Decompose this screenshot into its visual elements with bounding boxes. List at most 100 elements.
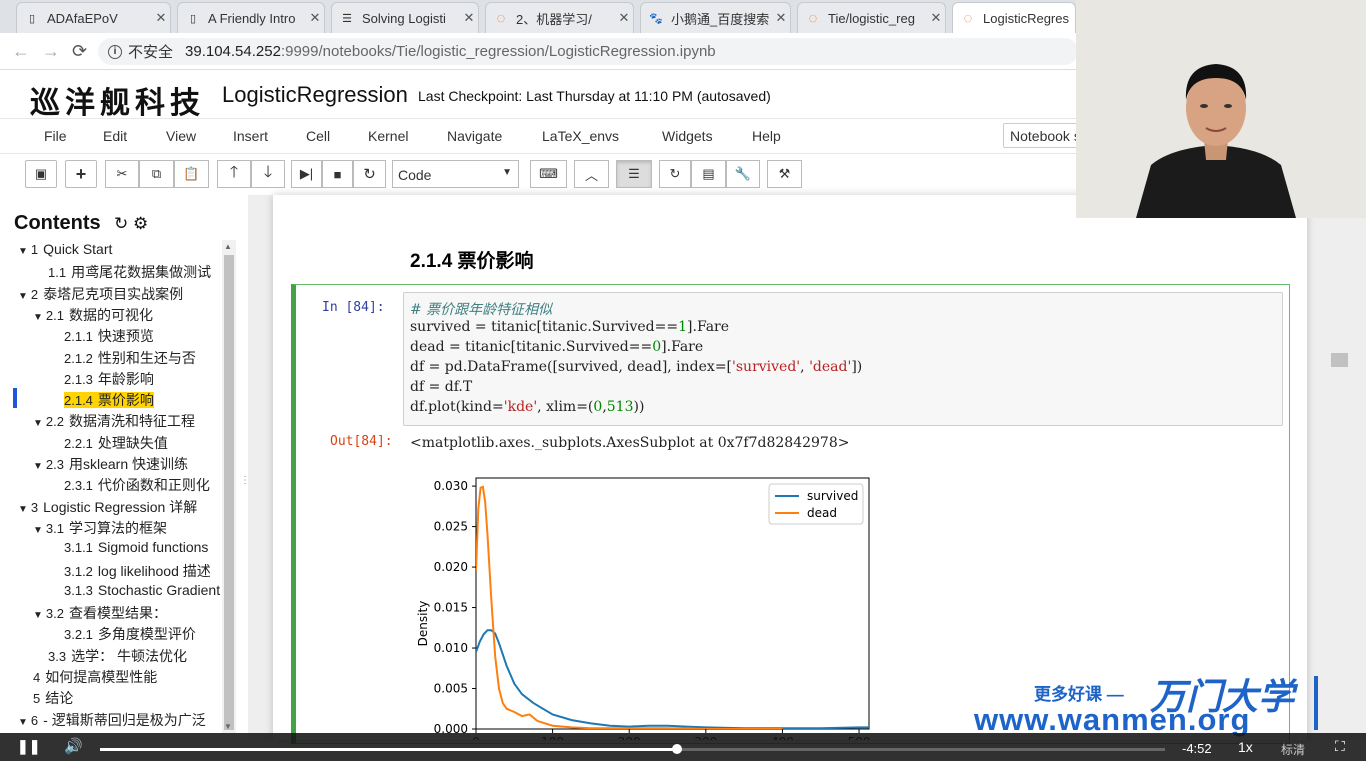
scroll-up-icon[interactable]: ▲ (224, 242, 232, 251)
logo: 巡洋舰科技 (30, 86, 205, 121)
cell-type-select[interactable]: Code ▼ (392, 160, 519, 188)
interrupt-button[interactable]: ■ (322, 160, 353, 188)
toc-item-number: 3.2 (45, 606, 64, 622)
reload-icon[interactable]: ⟳ (72, 41, 87, 62)
save-button[interactable]: ▣ (25, 160, 57, 188)
copy-button[interactable]: ⧉ (139, 160, 174, 188)
caret-down-icon[interactable]: ▼ (18, 291, 28, 302)
toc-item[interactable]: 3.2.1 多角度模型评价 (64, 624, 196, 644)
scroll-down-icon[interactable]: ▼ (224, 722, 232, 731)
run-button[interactable]: ▶| (291, 160, 322, 188)
url-field[interactable]: i 不安全 39.104.54.252:9999/notebooks/Tie/lo… (98, 38, 1078, 65)
toc-item[interactable]: ▼ 6- 逻辑斯蒂回归是极为广泛 (18, 710, 206, 730)
collapse-button[interactable]: ︿ (574, 160, 609, 188)
caret-down-icon[interactable]: ▼ (33, 610, 43, 621)
toc-item[interactable]: 2.1.1 快速预览 (64, 326, 154, 346)
command-palette-button[interactable]: ⌨ (530, 160, 567, 188)
close-icon[interactable]: ✕ (927, 10, 945, 26)
caret-down-icon[interactable]: ▼ (33, 312, 43, 323)
forward-icon[interactable]: → (42, 41, 60, 62)
toc-toggle-button[interactable]: ☰ (616, 160, 652, 188)
back-icon[interactable]: ← (12, 41, 30, 62)
fullscreen-icon[interactable]: ⛶ (1335, 738, 1345, 755)
toc-item[interactable]: 2.1.4 票价影响 (64, 390, 154, 410)
toc-item[interactable]: ▼ 2.2 数据清洗和特征工程 (33, 411, 195, 431)
menu-navigate[interactable]: Navigate (447, 128, 502, 144)
browser-tab[interactable]: ◌ Tie/logistic_reg ✕ (797, 2, 946, 33)
toc-item[interactable]: ▼ 2.3 用sklearn 快速训练 (33, 454, 188, 474)
page-scrollbar-thumb[interactable] (1331, 353, 1348, 367)
tab-title: 小鹅通_百度搜索 (671, 11, 770, 27)
toc-item-number: 2.1.3 (64, 371, 93, 387)
close-icon[interactable]: ✕ (306, 10, 324, 26)
menu-help[interactable]: Help (752, 128, 781, 144)
caret-down-icon[interactable]: ▼ (33, 525, 43, 536)
pause-icon[interactable]: ❚❚ (17, 738, 40, 755)
browser-tab[interactable]: ◌ LogisticRegres (952, 2, 1076, 33)
menu-latex-envs[interactable]: LaTeX_envs (542, 128, 619, 144)
y-tick-label: 0.015 (434, 601, 468, 615)
url-path: :9999/notebooks/Tie/logistic_regression/… (280, 43, 716, 60)
insert-cell-button[interactable]: + (65, 160, 97, 188)
menu-cell[interactable]: Cell (306, 128, 330, 144)
toc-scrollbar-thumb[interactable] (224, 255, 234, 730)
seek-handle[interactable] (672, 744, 682, 754)
menu-widgets[interactable]: Widgets (662, 128, 713, 144)
seek-bar-played (100, 748, 677, 751)
caret-down-icon[interactable]: ▼ (18, 717, 28, 728)
caret-down-icon[interactable]: ▼ (18, 504, 28, 515)
browser-tab[interactable]: ☰ Solving Logisti ✕ (331, 2, 479, 33)
gear-icon[interactable]: ⚙ (133, 214, 148, 233)
close-icon[interactable]: ✕ (615, 10, 633, 26)
toc-item[interactable]: 3.3 选学： 牛顿法优化 (48, 646, 187, 666)
caret-down-icon[interactable]: ▼ (33, 461, 43, 472)
move-up-button[interactable]: 🡑 (217, 160, 251, 188)
menu-insert[interactable]: Insert (233, 128, 268, 144)
browser-tab[interactable]: ▯ ADAfaEPoV ✕ (16, 2, 171, 33)
caret-down-icon[interactable]: ▼ (33, 418, 43, 429)
notebook-name[interactable]: LogisticRegression (222, 82, 408, 108)
toc-item[interactable]: 1.1 用鸢尾花数据集做测试 (48, 262, 211, 282)
book-button[interactable]: ▤ (691, 160, 726, 188)
menu-kernel[interactable]: Kernel (368, 128, 408, 144)
wrench-button[interactable]: 🔧 (726, 160, 760, 188)
toc-item[interactable]: 2.2.1 处理缺失值 (64, 433, 168, 453)
refresh-icon[interactable]: ↻ (114, 214, 128, 233)
menu-view[interactable]: View (166, 128, 196, 144)
menu-edit[interactable]: Edit (103, 128, 127, 144)
toc-item[interactable]: 2.3.1 代价函数和正则化 (64, 475, 210, 495)
toc-item[interactable]: 2.1.2 性别和生还与否 (64, 348, 196, 368)
close-icon[interactable]: ✕ (460, 10, 478, 26)
toc-item[interactable]: ▼ 3.1 学习算法的框架 (33, 518, 167, 538)
volume-icon[interactable]: 🔊 (64, 737, 83, 755)
close-icon[interactable]: ✕ (152, 10, 170, 26)
speed-button[interactable]: 1x (1238, 739, 1253, 755)
menu-file[interactable]: File (44, 128, 67, 144)
gavel-button[interactable]: ⚒ (767, 160, 802, 188)
toc-item[interactable]: ▼ 3 Logistic Regression 详解 (18, 497, 197, 517)
output-prompt: Out[84]: (330, 434, 393, 449)
security-indicator[interactable]: i 不安全 (108, 41, 173, 62)
refresh-button[interactable]: ↻ (659, 160, 691, 188)
restart-button[interactable]: ↻ (353, 160, 386, 188)
paste-button[interactable]: 📋 (174, 160, 209, 188)
browser-tab[interactable]: ◌ 2、机器学习/ ✕ (485, 2, 634, 33)
browser-tab[interactable]: 🐾 小鹅通_百度搜索 ✕ (640, 2, 791, 33)
toc-item[interactable]: 3.1.3 Stochastic Gradient (64, 582, 220, 598)
caret-down-icon[interactable]: ▼ (18, 246, 28, 257)
browser-tab[interactable]: ▯ A Friendly Intro ✕ (177, 2, 325, 33)
toc-item[interactable]: 3.1.2 log likelihood 描述 (64, 561, 211, 581)
toc-item[interactable]: 3.1.1 Sigmoid functions (64, 539, 208, 555)
toc-item[interactable]: ▼ 3.2 查看模型结果： (33, 603, 167, 623)
info-icon: i (108, 44, 122, 59)
quality-button[interactable]: 标清 (1281, 741, 1305, 758)
toc-item[interactable]: ▼ 1 Quick Start (18, 241, 112, 257)
toc-item[interactable]: 2.1.3 年龄影响 (64, 369, 154, 389)
toc-item[interactable]: ▼ 2.1 数据的可视化 (33, 305, 153, 325)
close-icon[interactable]: ✕ (772, 10, 790, 26)
toc-item[interactable]: 4 如何提高模型性能 (33, 667, 157, 687)
toc-item[interactable]: ▼ 2 泰塔尼克项目实战案例 (18, 284, 183, 304)
cut-button[interactable]: ✂ (105, 160, 139, 188)
toc-item[interactable]: 5 结论 (33, 688, 73, 708)
move-down-button[interactable]: 🡓 (251, 160, 285, 188)
